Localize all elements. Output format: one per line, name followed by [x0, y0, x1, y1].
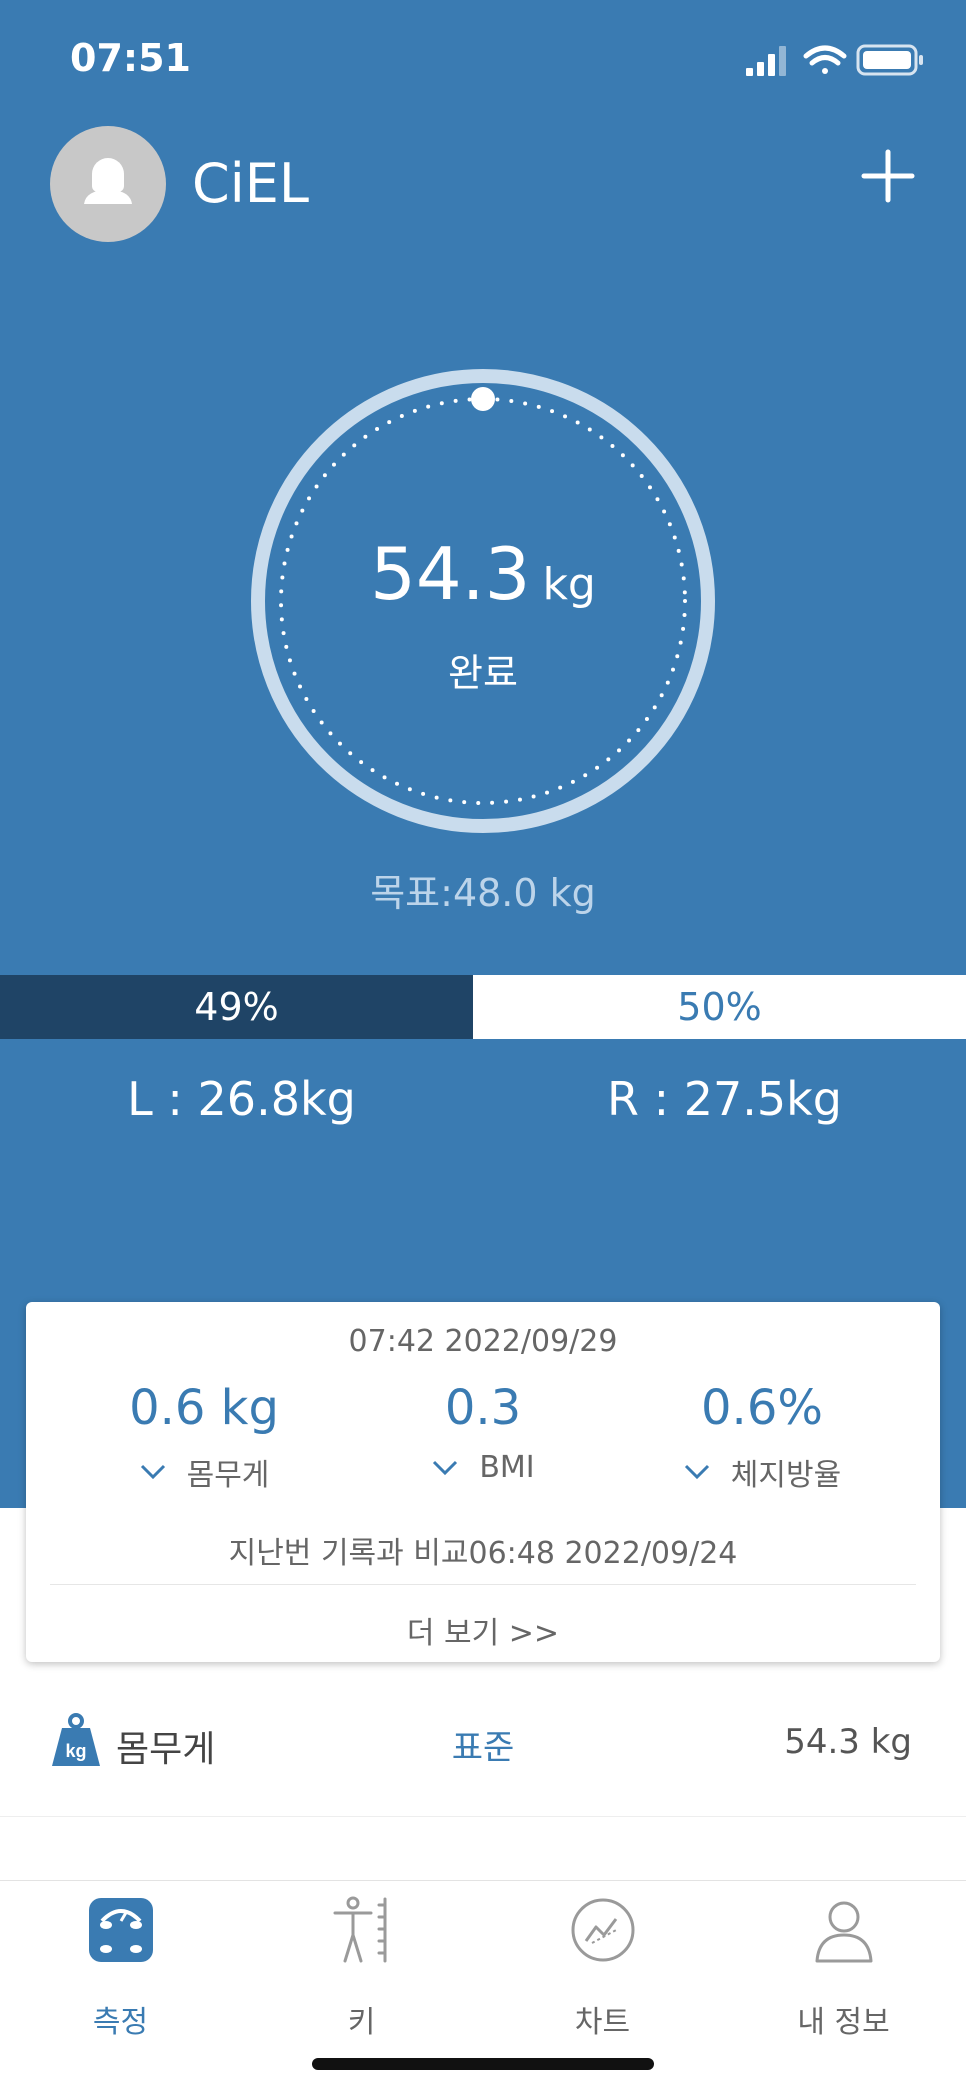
measurement-status: 완료	[448, 651, 518, 695]
avatar[interactable]	[50, 126, 166, 242]
weight-row-value: 54.3 kg	[784, 1722, 912, 1762]
tab-my-info-label: 내 정보	[797, 2005, 890, 2040]
status-time: 07:51	[70, 36, 191, 80]
comparison-card: 07:42 2022/09/29 0.6 kg 몸무게 0.3 BMI 0.6%…	[26, 1302, 940, 1662]
metric-weight: 0.6 kg 몸무게	[54, 1380, 354, 1494]
metric-body-fat: 0.6% 체지방율	[612, 1380, 912, 1494]
gauge-indicator	[471, 387, 495, 411]
signal-icon	[746, 46, 786, 76]
height-icon	[333, 1896, 387, 1963]
weight-value: 54.3	[370, 532, 531, 616]
left-weight: L : 26.8kg	[127, 1072, 356, 1126]
home-indicator	[312, 2058, 654, 2070]
tab-chart-label: 차트	[574, 2005, 631, 2040]
scale-icon	[89, 1898, 153, 1962]
metric-bmi-label: BMI	[479, 1450, 535, 1485]
plus-icon	[861, 149, 915, 203]
battery-icon	[856, 44, 923, 76]
chart-icon	[571, 1898, 635, 1962]
status-icons	[746, 44, 923, 76]
metric-bmi-value: 0.3	[444, 1380, 522, 1436]
metric-weight-label: 몸무게	[186, 1458, 270, 1493]
profile-icon	[815, 1901, 873, 1963]
tab-height[interactable]: 키	[241, 1881, 482, 2041]
chevron-down-icon	[140, 1464, 165, 1480]
user-silhouette-icon	[84, 158, 132, 204]
compare-text: 지난번 기록과 비교06:48 2022/09/24	[228, 1536, 738, 1571]
weight-value-display: 54.3 kg	[250, 532, 716, 616]
balance-bar: 49% 50%	[0, 975, 966, 1039]
wifi-icon	[803, 45, 847, 74]
right-weight: R : 27.5kg	[607, 1072, 842, 1126]
metric-body-fat-label: 체지방율	[730, 1458, 842, 1493]
chevron-down-icon	[433, 1460, 458, 1475]
tab-my-info[interactable]: 내 정보	[723, 1881, 964, 2041]
weight-list-item[interactable]: kg 몸무게 표준 54.3 kg	[0, 1680, 966, 1817]
measurement-date: 07:42 2022/09/29	[348, 1324, 618, 1359]
weight-unit: kg	[542, 559, 596, 610]
tab-measure-label: 측정	[92, 2005, 149, 2040]
card-divider	[50, 1584, 916, 1585]
chevron-down-icon	[684, 1464, 709, 1480]
metric-bmi: 0.3 BMI	[333, 1380, 633, 1485]
left-percent: 49%	[0, 975, 473, 1039]
tab-height-label: 키	[347, 2005, 376, 2040]
metric-weight-value: 0.6 kg	[129, 1380, 279, 1436]
goal-weight[interactable]: 목표:48.0 kg	[0, 862, 966, 917]
tab-chart[interactable]: 차트	[482, 1881, 723, 2041]
add-user-button[interactable]	[860, 148, 916, 204]
username[interactable]: CiEL	[192, 152, 309, 215]
tab-measure[interactable]: 측정	[0, 1881, 241, 2041]
see-more-link[interactable]: 더 보기 >>	[26, 1608, 940, 1652]
metric-body-fat-value: 0.6%	[701, 1380, 823, 1436]
right-percent: 50%	[473, 975, 966, 1039]
